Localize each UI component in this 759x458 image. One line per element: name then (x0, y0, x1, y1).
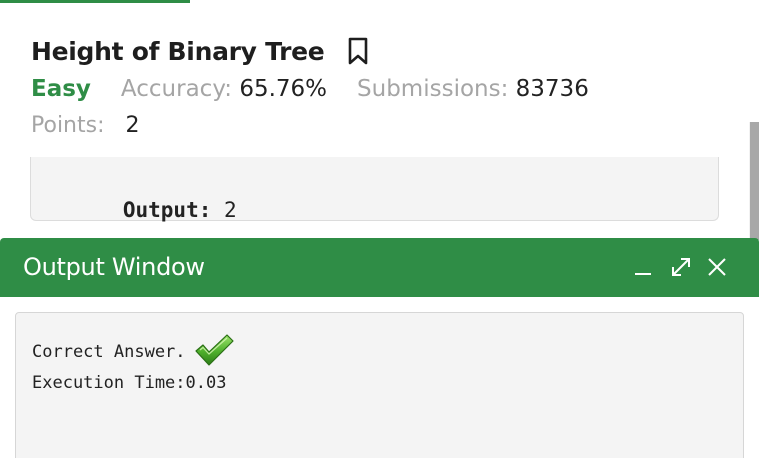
points-value: 2 (125, 113, 140, 138)
accuracy-label: Accuracy: (120, 76, 233, 102)
active-tab-indicator (0, 0, 190, 3)
submissions-value: 83736 (515, 76, 589, 102)
difficulty-badge: Easy (31, 76, 91, 102)
close-icon[interactable] (704, 254, 730, 280)
result-line: Correct Answer. (32, 334, 234, 368)
maximize-icon[interactable] (668, 254, 694, 280)
check-icon (194, 334, 234, 366)
bookmark-icon[interactable] (346, 36, 370, 66)
output-window-header: Output Window (0, 238, 759, 297)
example-output: Output: 2 (47, 174, 237, 246)
output-window-body: Correct Answer. Execution Time:0.03 (15, 312, 744, 458)
output-window-title: Output Window (23, 253, 205, 281)
result-text: Correct Answer. (32, 342, 186, 362)
example-output-value: 2 (224, 198, 237, 222)
accuracy-value: 65.76% (239, 76, 328, 102)
title-row: Height of Binary Tree (31, 36, 370, 66)
problem-meta: Easy Accuracy: 65.76% Submissions: 83736 (31, 76, 619, 102)
submissions-label: Submissions: (357, 76, 509, 102)
problem-page: Height of Binary Tree Easy Accuracy: 65.… (0, 0, 759, 458)
scrollbar-thumb[interactable] (750, 122, 759, 240)
problem-title: Height of Binary Tree (31, 36, 325, 66)
minimize-icon[interactable] (630, 254, 656, 280)
execution-time: Execution Time:0.03 (32, 373, 227, 393)
example-output-box: Output: 2 (30, 157, 719, 222)
example-output-label: Output: (122, 198, 212, 222)
points-label: Points: (31, 113, 105, 138)
points-row: Points: 2 (31, 113, 170, 138)
